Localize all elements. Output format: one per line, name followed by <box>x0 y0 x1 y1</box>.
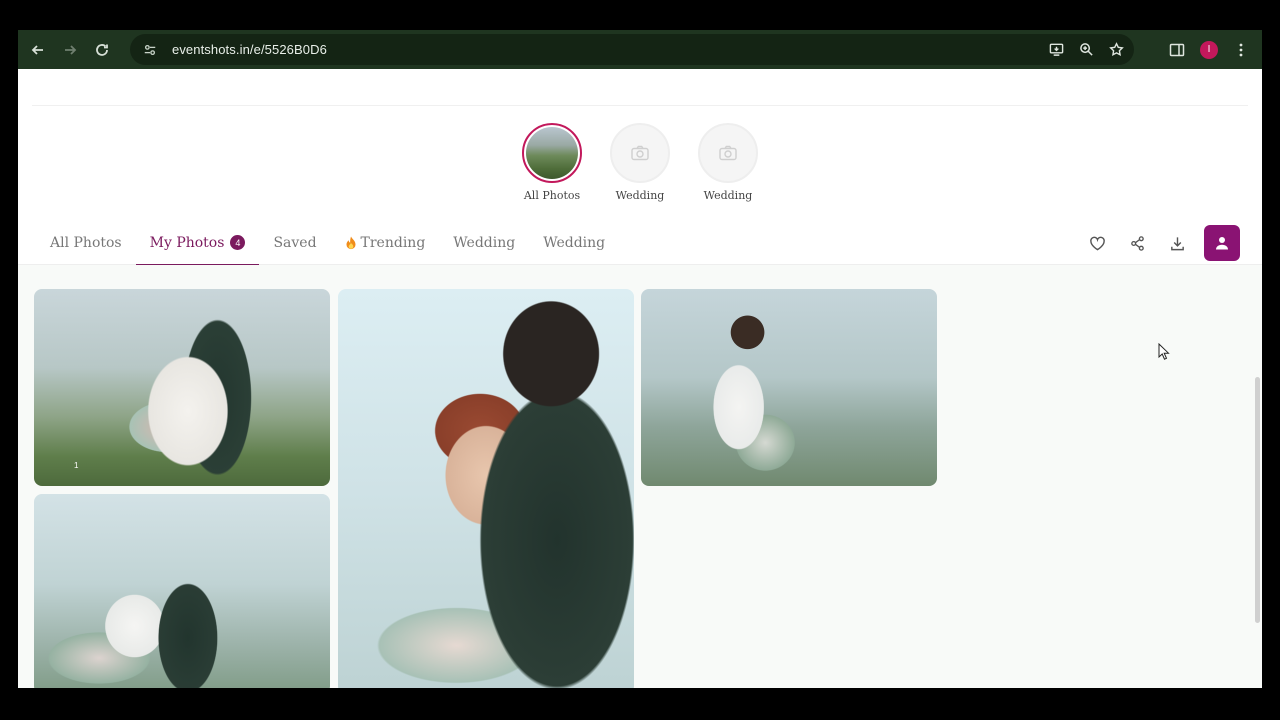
address-bar[interactable]: eventshots.in/e/5526B0D6 <box>130 34 1134 65</box>
tab-label: All Photos <box>50 234 122 251</box>
gallery-photo[interactable]: 1 <box>34 289 330 486</box>
album-wedding-1[interactable]: Wedding <box>610 123 670 202</box>
camera-icon <box>719 145 737 161</box>
page-content: All Photos Wedding Wedding All Photos My… <box>18 69 1262 688</box>
photo-gallery: 1 <box>18 265 1262 688</box>
arrow-right-icon <box>65 44 77 55</box>
count-badge: 4 <box>230 235 246 250</box>
favorite-button[interactable] <box>1084 230 1110 256</box>
gallery-photo[interactable] <box>338 289 634 688</box>
bookmark-star-icon[interactable] <box>1104 38 1128 62</box>
tab-label: My Photos <box>149 234 225 251</box>
tab-label: Wedding <box>543 234 606 251</box>
tab-trending[interactable]: Trending <box>331 221 440 265</box>
download-icon <box>1170 236 1184 250</box>
album-label: Wedding <box>615 189 665 202</box>
download-button[interactable] <box>1164 230 1190 256</box>
album-label: Wedding <box>703 189 753 202</box>
site-settings-icon[interactable] <box>142 42 158 58</box>
album-list: All Photos Wedding Wedding <box>18 123 1262 202</box>
tab-all-photos[interactable]: All Photos <box>36 221 136 265</box>
install-app-icon[interactable] <box>1044 38 1068 62</box>
forward-button[interactable] <box>54 34 86 66</box>
zoom-icon[interactable] <box>1074 38 1098 62</box>
mouse-cursor-icon <box>1158 343 1170 360</box>
reload-button[interactable] <box>86 34 118 66</box>
photo-number: 1 <box>74 461 79 470</box>
album-label: All Photos <box>523 189 581 202</box>
tab-wedding-1[interactable]: Wedding <box>439 221 529 265</box>
album-wedding-2[interactable]: Wedding <box>698 123 758 202</box>
album-photo <box>526 127 578 179</box>
tab-actions <box>1084 225 1240 261</box>
tab-wedding-2[interactable]: Wedding <box>529 221 619 265</box>
browser-window: eventshots.in/e/5526B0D6 I All Photos We… <box>18 30 1262 688</box>
camera-icon <box>631 145 649 161</box>
tab-label: Wedding <box>453 234 516 251</box>
album-all-photos[interactable]: All Photos <box>522 123 582 202</box>
tab-label: Trending <box>360 234 426 251</box>
gallery-photo[interactable] <box>34 494 330 688</box>
user-icon <box>1216 237 1228 250</box>
scrollbar[interactable] <box>1255 377 1260 623</box>
share-button[interactable] <box>1124 230 1150 256</box>
tab-bar: All Photos My Photos 4 Saved Trending We… <box>18 221 1262 266</box>
divider <box>32 105 1248 106</box>
browser-toolbar: eventshots.in/e/5526B0D6 I <box>18 30 1262 69</box>
tab-saved[interactable]: Saved <box>259 221 330 265</box>
album-thumbnail[interactable] <box>522 123 582 183</box>
back-button[interactable] <box>22 34 54 66</box>
tab-my-photos[interactable]: My Photos 4 <box>135 221 260 266</box>
more-menu-icon[interactable] <box>1228 37 1254 63</box>
arrow-left-icon <box>31 44 43 55</box>
tab-label: Saved <box>273 234 317 251</box>
gallery-photo[interactable] <box>641 289 937 486</box>
user-button[interactable] <box>1204 225 1240 261</box>
url-text[interactable]: eventshots.in/e/5526B0D6 <box>172 42 327 57</box>
album-thumbnail[interactable] <box>610 123 670 183</box>
side-panel-icon[interactable] <box>1164 37 1190 63</box>
fire-icon <box>345 236 357 250</box>
heart-icon <box>1089 236 1105 250</box>
profile-avatar[interactable]: I <box>1200 40 1218 59</box>
reload-icon <box>96 43 108 56</box>
album-thumbnail[interactable] <box>698 123 758 183</box>
share-icon <box>1130 235 1144 251</box>
